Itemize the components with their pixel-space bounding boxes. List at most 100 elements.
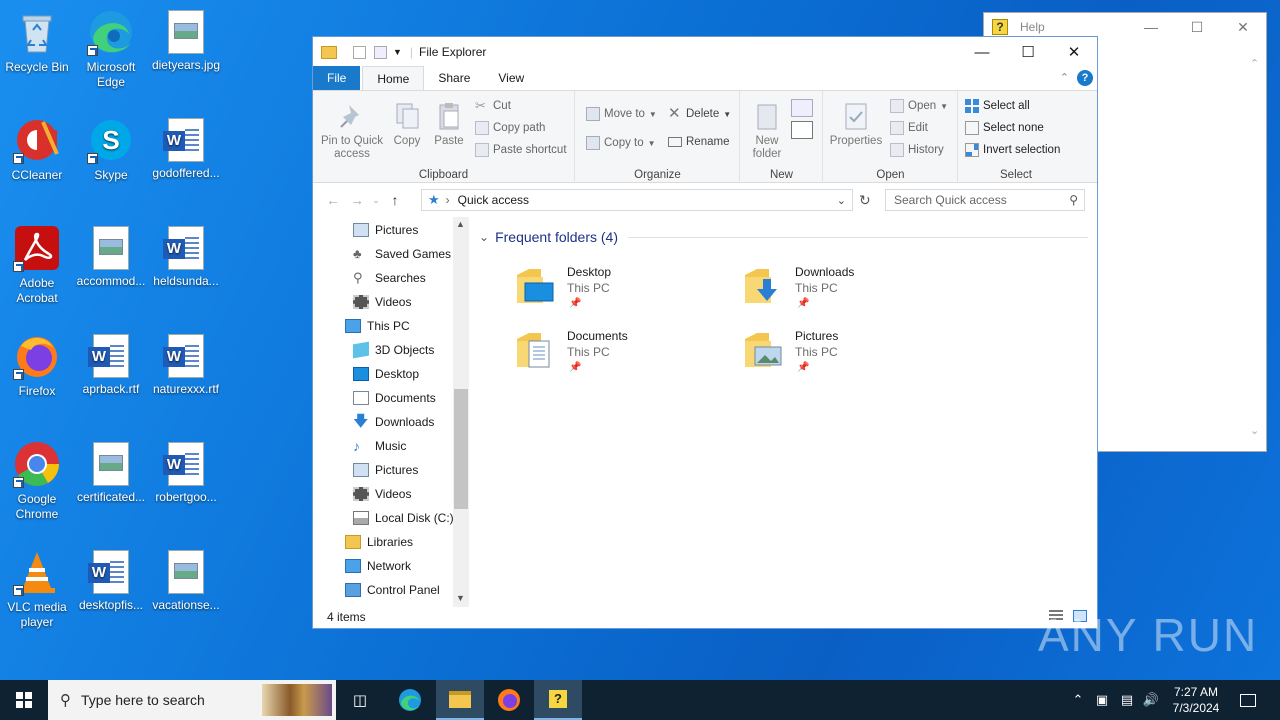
file-explorer-window[interactable]: ▼ | File Explorer — ☐ ✕ File Home Share … (312, 36, 1098, 629)
nav-item-local-disk[interactable]: Local Disk (C:) (353, 506, 454, 530)
properties-button[interactable]: Properties (828, 101, 884, 148)
tray-ethernet-icon[interactable]: ▤ (1116, 680, 1138, 720)
easy-access-icon[interactable] (791, 121, 813, 139)
taskbar-file-explorer[interactable] (436, 680, 484, 720)
nav-item-network[interactable]: Network (345, 554, 411, 578)
desktop-icon-vacationse[interactable]: vacationse... (149, 548, 223, 613)
taskbar-search-input[interactable]: ⚲ Type here to search (48, 680, 336, 720)
help-maximize-button[interactable]: ☐ (1174, 13, 1220, 41)
edit-button[interactable]: Edit (890, 121, 928, 135)
nav-item-control-panel[interactable]: Control Panel (345, 578, 440, 602)
address-bar[interactable]: ★ › Quick access ⌄ (421, 189, 853, 211)
desktop-icon-firefox[interactable]: Firefox (0, 332, 74, 399)
nav-item-searches[interactable]: ⚲ Searches (353, 266, 426, 290)
qat-dropdown-icon[interactable]: ▼ (393, 47, 402, 57)
cut-button[interactable]: ✂ Cut (475, 99, 511, 113)
desktop-icon-skype[interactable]: S Skype (74, 116, 148, 183)
nav-item-documents[interactable]: Documents (353, 386, 436, 410)
forward-arrow-icon[interactable]: → (345, 192, 369, 208)
task-view-button[interactable]: ◫ (336, 680, 384, 720)
notifications-button[interactable] (1232, 680, 1264, 720)
clock[interactable]: 7:27 AM 7/3/2024 (1166, 680, 1226, 720)
desktop-icon-ccleaner[interactable]: CCleaner (0, 116, 74, 183)
nav-item-libraries[interactable]: Libraries (345, 530, 413, 554)
desktop-icon-certificated[interactable]: certificated... (74, 440, 148, 505)
copy-to-button[interactable]: Copy to ▼ (586, 136, 656, 150)
nav-scrollbar[interactable]: ▲ ▼ (453, 217, 469, 607)
back-arrow-icon[interactable]: ← (321, 192, 345, 208)
taskbar-firefox[interactable] (485, 680, 533, 720)
scrollbar-thumb[interactable] (454, 389, 468, 509)
move-to-button[interactable]: Move to ▼ (586, 107, 657, 121)
desktop-icon-aprback[interactable]: W aprback.rtf (74, 332, 148, 397)
desktop-icon-recycle-bin[interactable]: Recycle Bin (0, 8, 74, 75)
desktop-icon-google-chrome[interactable]: Google Chrome (0, 440, 74, 522)
recent-dropdown-icon[interactable]: ⌄ (369, 195, 383, 206)
maximize-button[interactable]: ☐ (1005, 37, 1051, 67)
start-button[interactable] (0, 680, 48, 720)
rename-button[interactable]: Rename (668, 136, 729, 148)
collapse-ribbon-icon[interactable]: ⌃ (1060, 71, 1069, 84)
help-button[interactable]: ? (1077, 70, 1093, 86)
desktop-icon-vlc[interactable]: VLC media player (0, 548, 74, 630)
minimize-button[interactable]: — (959, 37, 1005, 67)
folder-item-downloads[interactable]: Downloads This PC 📌 (735, 261, 955, 317)
help-scrollbar[interactable]: ⌃ ⌄ (1250, 57, 1262, 437)
delete-button[interactable]: ✕ Delete ▼ (668, 106, 731, 121)
desktop-icon-accommod[interactable]: accommod... (74, 224, 148, 289)
paste-shortcut-button[interactable]: Paste shortcut (475, 143, 567, 157)
open-button[interactable]: Open ▼ (890, 99, 948, 113)
address-dropdown-icon[interactable]: ⌄ (837, 194, 846, 207)
tray-network-icon[interactable]: ▣ (1092, 680, 1112, 720)
close-button[interactable]: ✕ (1051, 37, 1097, 67)
tray-volume-icon[interactable]: 🔊 (1140, 680, 1162, 720)
desktop-icon-godoffered[interactable]: W godoffered... (149, 116, 223, 181)
breadcrumb[interactable]: Quick access (458, 193, 529, 207)
pin-quick-access-button[interactable]: Pin to Quick access (319, 101, 385, 161)
desktop-icon-adobe-acrobat[interactable]: Adobe Acrobat (0, 224, 74, 306)
desktop-icon-edge[interactable]: Microsoft Edge (74, 8, 148, 90)
select-none-button[interactable]: Select none (965, 121, 1044, 135)
qat-properties-icon[interactable] (353, 45, 366, 59)
select-all-button[interactable]: Select all (965, 99, 1030, 113)
refresh-icon[interactable]: ↻ (859, 192, 871, 209)
scroll-down-icon[interactable]: ▼ (456, 593, 465, 603)
tab-file[interactable]: File (313, 66, 361, 90)
folder-item-desktop[interactable]: Desktop This PC 📌 (507, 261, 727, 317)
nav-item-music[interactable]: ♪ Music (353, 434, 406, 458)
taskbar-help[interactable]: ? (534, 680, 582, 720)
new-folder-button[interactable]: New folder (745, 101, 789, 161)
search-input[interactable]: Search Quick access ⚲ (885, 189, 1085, 211)
copy-path-button[interactable]: Copy path (475, 121, 545, 135)
help-minimize-button[interactable]: — (1128, 13, 1174, 41)
taskbar-edge[interactable] (386, 680, 434, 720)
nav-item-pictures-pc[interactable]: Pictures (353, 458, 418, 482)
copy-button[interactable]: Copy (389, 101, 425, 148)
nav-item-3d-objects[interactable]: 3D Objects (353, 338, 434, 362)
desktop-icon-desktopfis[interactable]: W desktopfis... (74, 548, 148, 613)
nav-item-pictures[interactable]: Pictures (353, 218, 418, 242)
desktop-icon-robertgoo[interactable]: W robertgoo... (149, 440, 223, 505)
nav-item-videos[interactable]: Videos (353, 290, 411, 314)
desktop-icon-naturexxx[interactable]: W naturexxx.rtf (149, 332, 223, 397)
paste-button[interactable]: Paste (429, 101, 469, 148)
scroll-up-icon[interactable]: ▲ (456, 219, 465, 229)
nav-item-this-pc[interactable]: This PC (345, 314, 410, 338)
desktop-icon-heldsunda[interactable]: W heldsunda... (149, 224, 223, 289)
history-button[interactable]: History (890, 143, 944, 157)
folder-item-documents[interactable]: Documents This PC 📌 (507, 325, 727, 381)
qat-newfolder-icon[interactable] (374, 45, 387, 59)
show-hidden-icons-button[interactable]: ⌃ (1068, 680, 1088, 720)
frequent-folders-header[interactable]: ⌄ Frequent folders (4) (479, 229, 1089, 245)
nav-item-saved-games[interactable]: ♣ Saved Games (353, 242, 451, 266)
invert-selection-button[interactable]: Invert selection (965, 143, 1060, 157)
help-close-button[interactable]: ✕ (1220, 13, 1266, 41)
folder-item-pictures[interactable]: Pictures This PC 📌 (735, 325, 955, 381)
nav-item-desktop[interactable]: Desktop (353, 362, 419, 386)
new-item-icon[interactable] (791, 99, 813, 117)
tab-home[interactable]: Home (362, 66, 425, 90)
nav-item-videos-pc[interactable]: Videos (353, 482, 411, 506)
tab-view[interactable]: View (484, 66, 538, 90)
tab-share[interactable]: Share (424, 66, 484, 90)
desktop-icon-dietyears[interactable]: dietyears.jpg (149, 8, 223, 73)
